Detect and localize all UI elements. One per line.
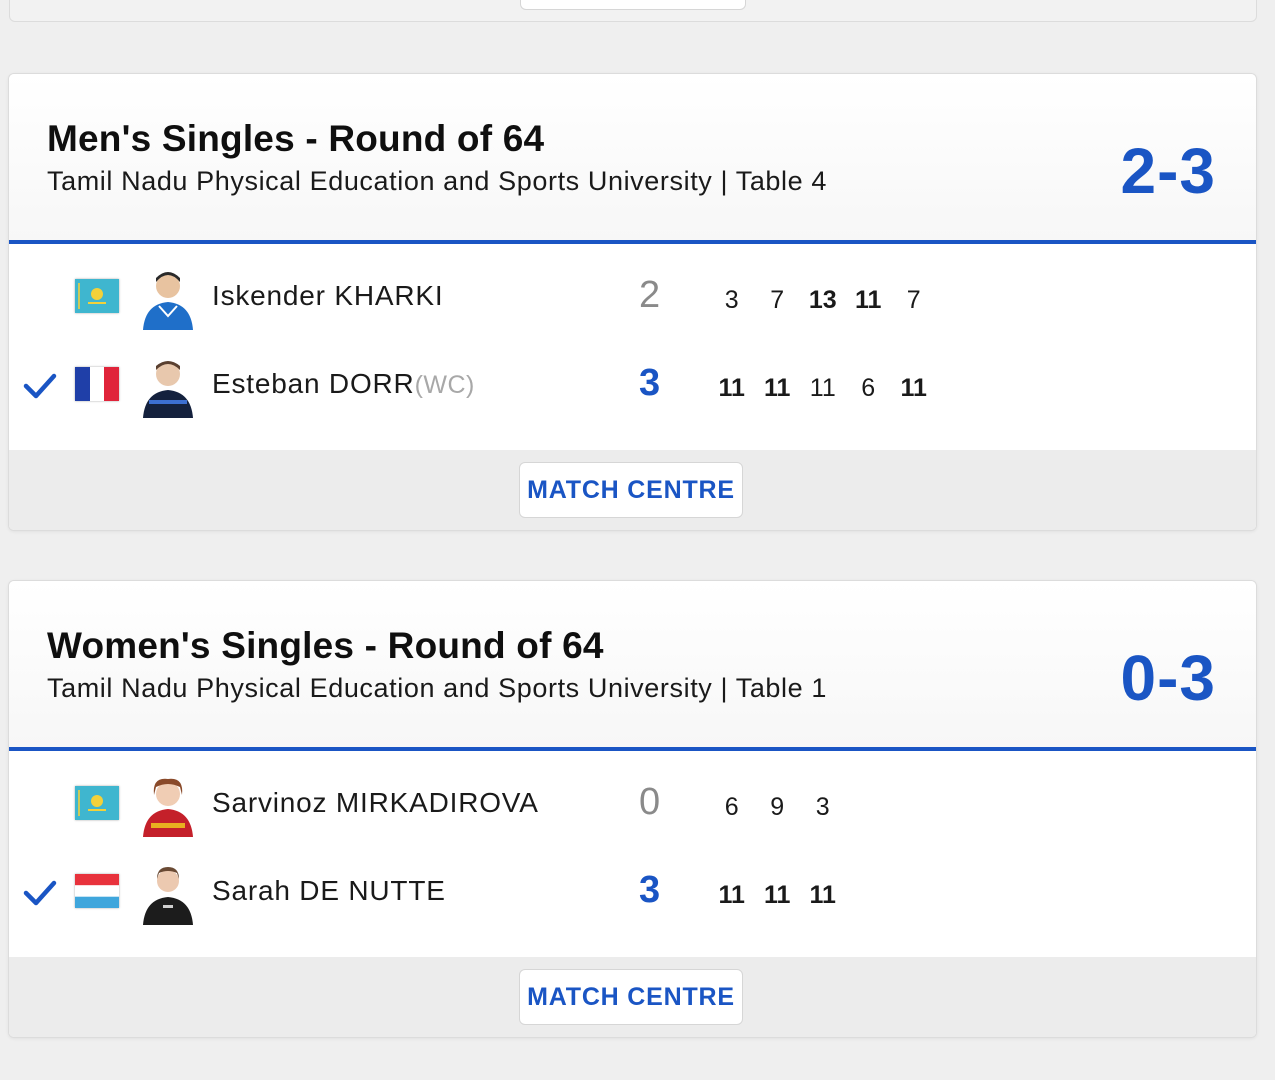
- player-avatar: [143, 361, 193, 418]
- player-avatar: [143, 867, 193, 925]
- game-score: 11: [809, 374, 836, 402]
- venue-label: Tamil Nadu Physical Education and Sports…: [47, 166, 827, 196]
- game-score: 11: [855, 286, 882, 314]
- player-name-text: Iskender KHARKI: [212, 280, 444, 311]
- match-footer: MATCH CENTRE: [9, 450, 1256, 530]
- kazakhstan-flag-icon: [75, 786, 119, 820]
- player-name-text: Sarvinoz MIRKADIROVA: [212, 787, 539, 818]
- player-name[interactable]: Sarvinoz MIRKADIROVA: [212, 787, 539, 819]
- player-seed: (WC): [414, 371, 475, 399]
- player-avatar: [143, 272, 193, 330]
- match-card: Men's Singles - Round of 64 Tamil Nadu P…: [8, 73, 1257, 531]
- kazakhstan-flag-icon: [75, 279, 119, 313]
- game-scores: 11 11 11: [709, 881, 846, 910]
- game-scores: 3 7 13 11 7: [709, 286, 937, 315]
- player-name[interactable]: Esteban DORR(WC): [212, 368, 475, 400]
- game-score: 7: [906, 286, 921, 314]
- match-footer: MATCH CENTRE: [9, 957, 1256, 1037]
- match-score: 2-3: [1120, 135, 1216, 207]
- match-score: 0-3: [1120, 642, 1216, 714]
- game-score: 9: [770, 793, 785, 821]
- game-score: 3: [724, 286, 739, 314]
- player-name[interactable]: Iskender KHARKI: [212, 280, 443, 312]
- player-row: Sarah DE NUTTE 3 11 11 11: [9, 847, 1256, 937]
- game-score: 13: [808, 286, 837, 314]
- game-score: 7: [770, 286, 785, 314]
- match-header: Men's Singles - Round of 64 Tamil Nadu P…: [9, 74, 1256, 244]
- previous-match-card: [9, 0, 1257, 22]
- game-score: 11: [809, 881, 836, 909]
- event-title: Women's Singles - Round of 64: [47, 625, 604, 666]
- game-score: 11: [718, 881, 745, 909]
- player-row: Iskender KHARKI 2 3 7 13 11 7: [9, 252, 1256, 342]
- game-score: 11: [764, 374, 791, 402]
- sets-won: 3: [639, 869, 661, 911]
- game-score: 11: [764, 881, 791, 909]
- france-flag-icon: [75, 367, 119, 401]
- match-centre-button[interactable]: MATCH CENTRE: [519, 462, 743, 518]
- game-score: 6: [861, 374, 876, 402]
- venue-label: Tamil Nadu Physical Education and Sports…: [47, 673, 827, 703]
- game-score: 11: [900, 374, 927, 402]
- players-list: Iskender KHARKI 2 3 7 13 11 7 Esteban DO…: [9, 244, 1256, 450]
- player-name[interactable]: Sarah DE NUTTE: [212, 875, 446, 907]
- winner-check-icon: [23, 373, 57, 399]
- match-centre-button[interactable]: MATCH CENTRE: [519, 969, 743, 1025]
- event-title: Men's Singles - Round of 64: [47, 118, 545, 159]
- player-name-text: Sarah DE NUTTE: [212, 875, 446, 906]
- sets-won: 0: [639, 781, 661, 823]
- sets-won: 2: [639, 274, 661, 316]
- game-scores: 6 9 3: [709, 793, 846, 822]
- players-list: Sarvinoz MIRKADIROVA 0 6 9 3 Sarah DE NU…: [9, 751, 1256, 957]
- match-card: Women's Singles - Round of 64 Tamil Nadu…: [8, 580, 1257, 1038]
- sets-won: 3: [639, 362, 661, 404]
- player-avatar: [143, 778, 193, 837]
- game-score: 6: [724, 793, 739, 821]
- player-name-text: Esteban DORR: [212, 368, 415, 399]
- luxembourg-flag-icon: [75, 874, 119, 908]
- player-row: Sarvinoz MIRKADIROVA 0 6 9 3: [9, 759, 1256, 849]
- winner-check-icon: [23, 880, 57, 906]
- game-score: 3: [815, 793, 830, 821]
- game-scores: 11 11 11 6 11: [709, 374, 937, 403]
- match-header: Women's Singles - Round of 64 Tamil Nadu…: [9, 581, 1256, 751]
- previous-match-centre-button[interactable]: [520, 0, 746, 10]
- game-score: 11: [718, 374, 745, 402]
- player-row: Esteban DORR(WC) 3 11 11 11 6 11: [9, 340, 1256, 430]
